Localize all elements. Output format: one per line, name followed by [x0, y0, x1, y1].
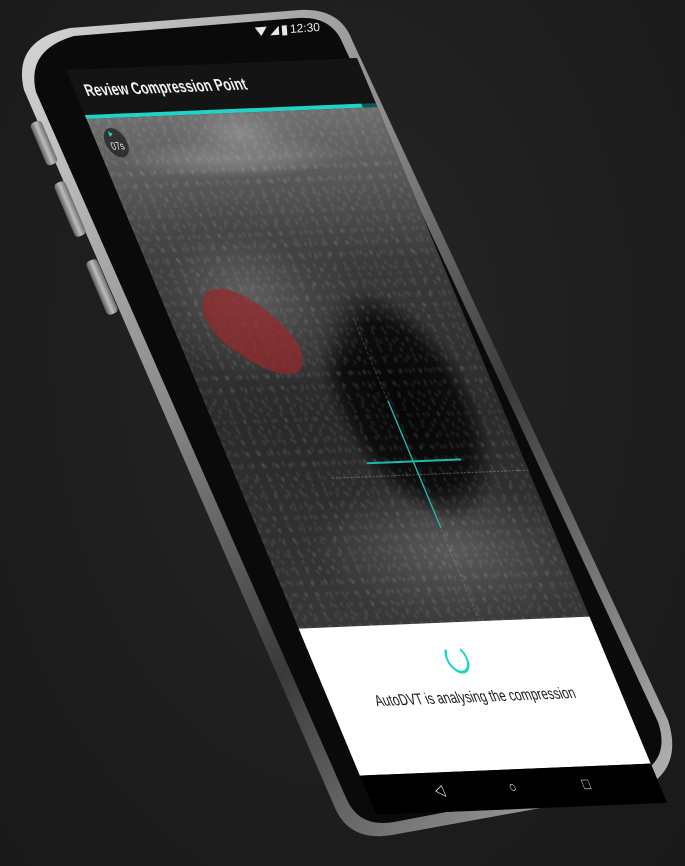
- status-time: 12:30: [289, 19, 321, 36]
- analysis-panel: AutoDVT is analysing the compression: [298, 616, 651, 776]
- recents-icon[interactable]: □: [574, 774, 599, 796]
- signal-icon: [269, 26, 280, 36]
- background: 12:30 Review Compression Point 07s AutoD…: [0, 0, 685, 866]
- wifi-icon: [254, 26, 268, 37]
- battery-icon: [281, 25, 288, 36]
- play-icon: [107, 130, 114, 137]
- home-icon[interactable]: ○: [501, 777, 526, 799]
- back-icon[interactable]: ◁: [427, 780, 452, 802]
- analysis-status-text: AutoDVT is analysing the compression: [371, 685, 579, 711]
- page-title: Review Compression Point: [81, 74, 251, 100]
- timer-value: 07s: [108, 140, 127, 153]
- loading-spinner-icon: [439, 643, 475, 675]
